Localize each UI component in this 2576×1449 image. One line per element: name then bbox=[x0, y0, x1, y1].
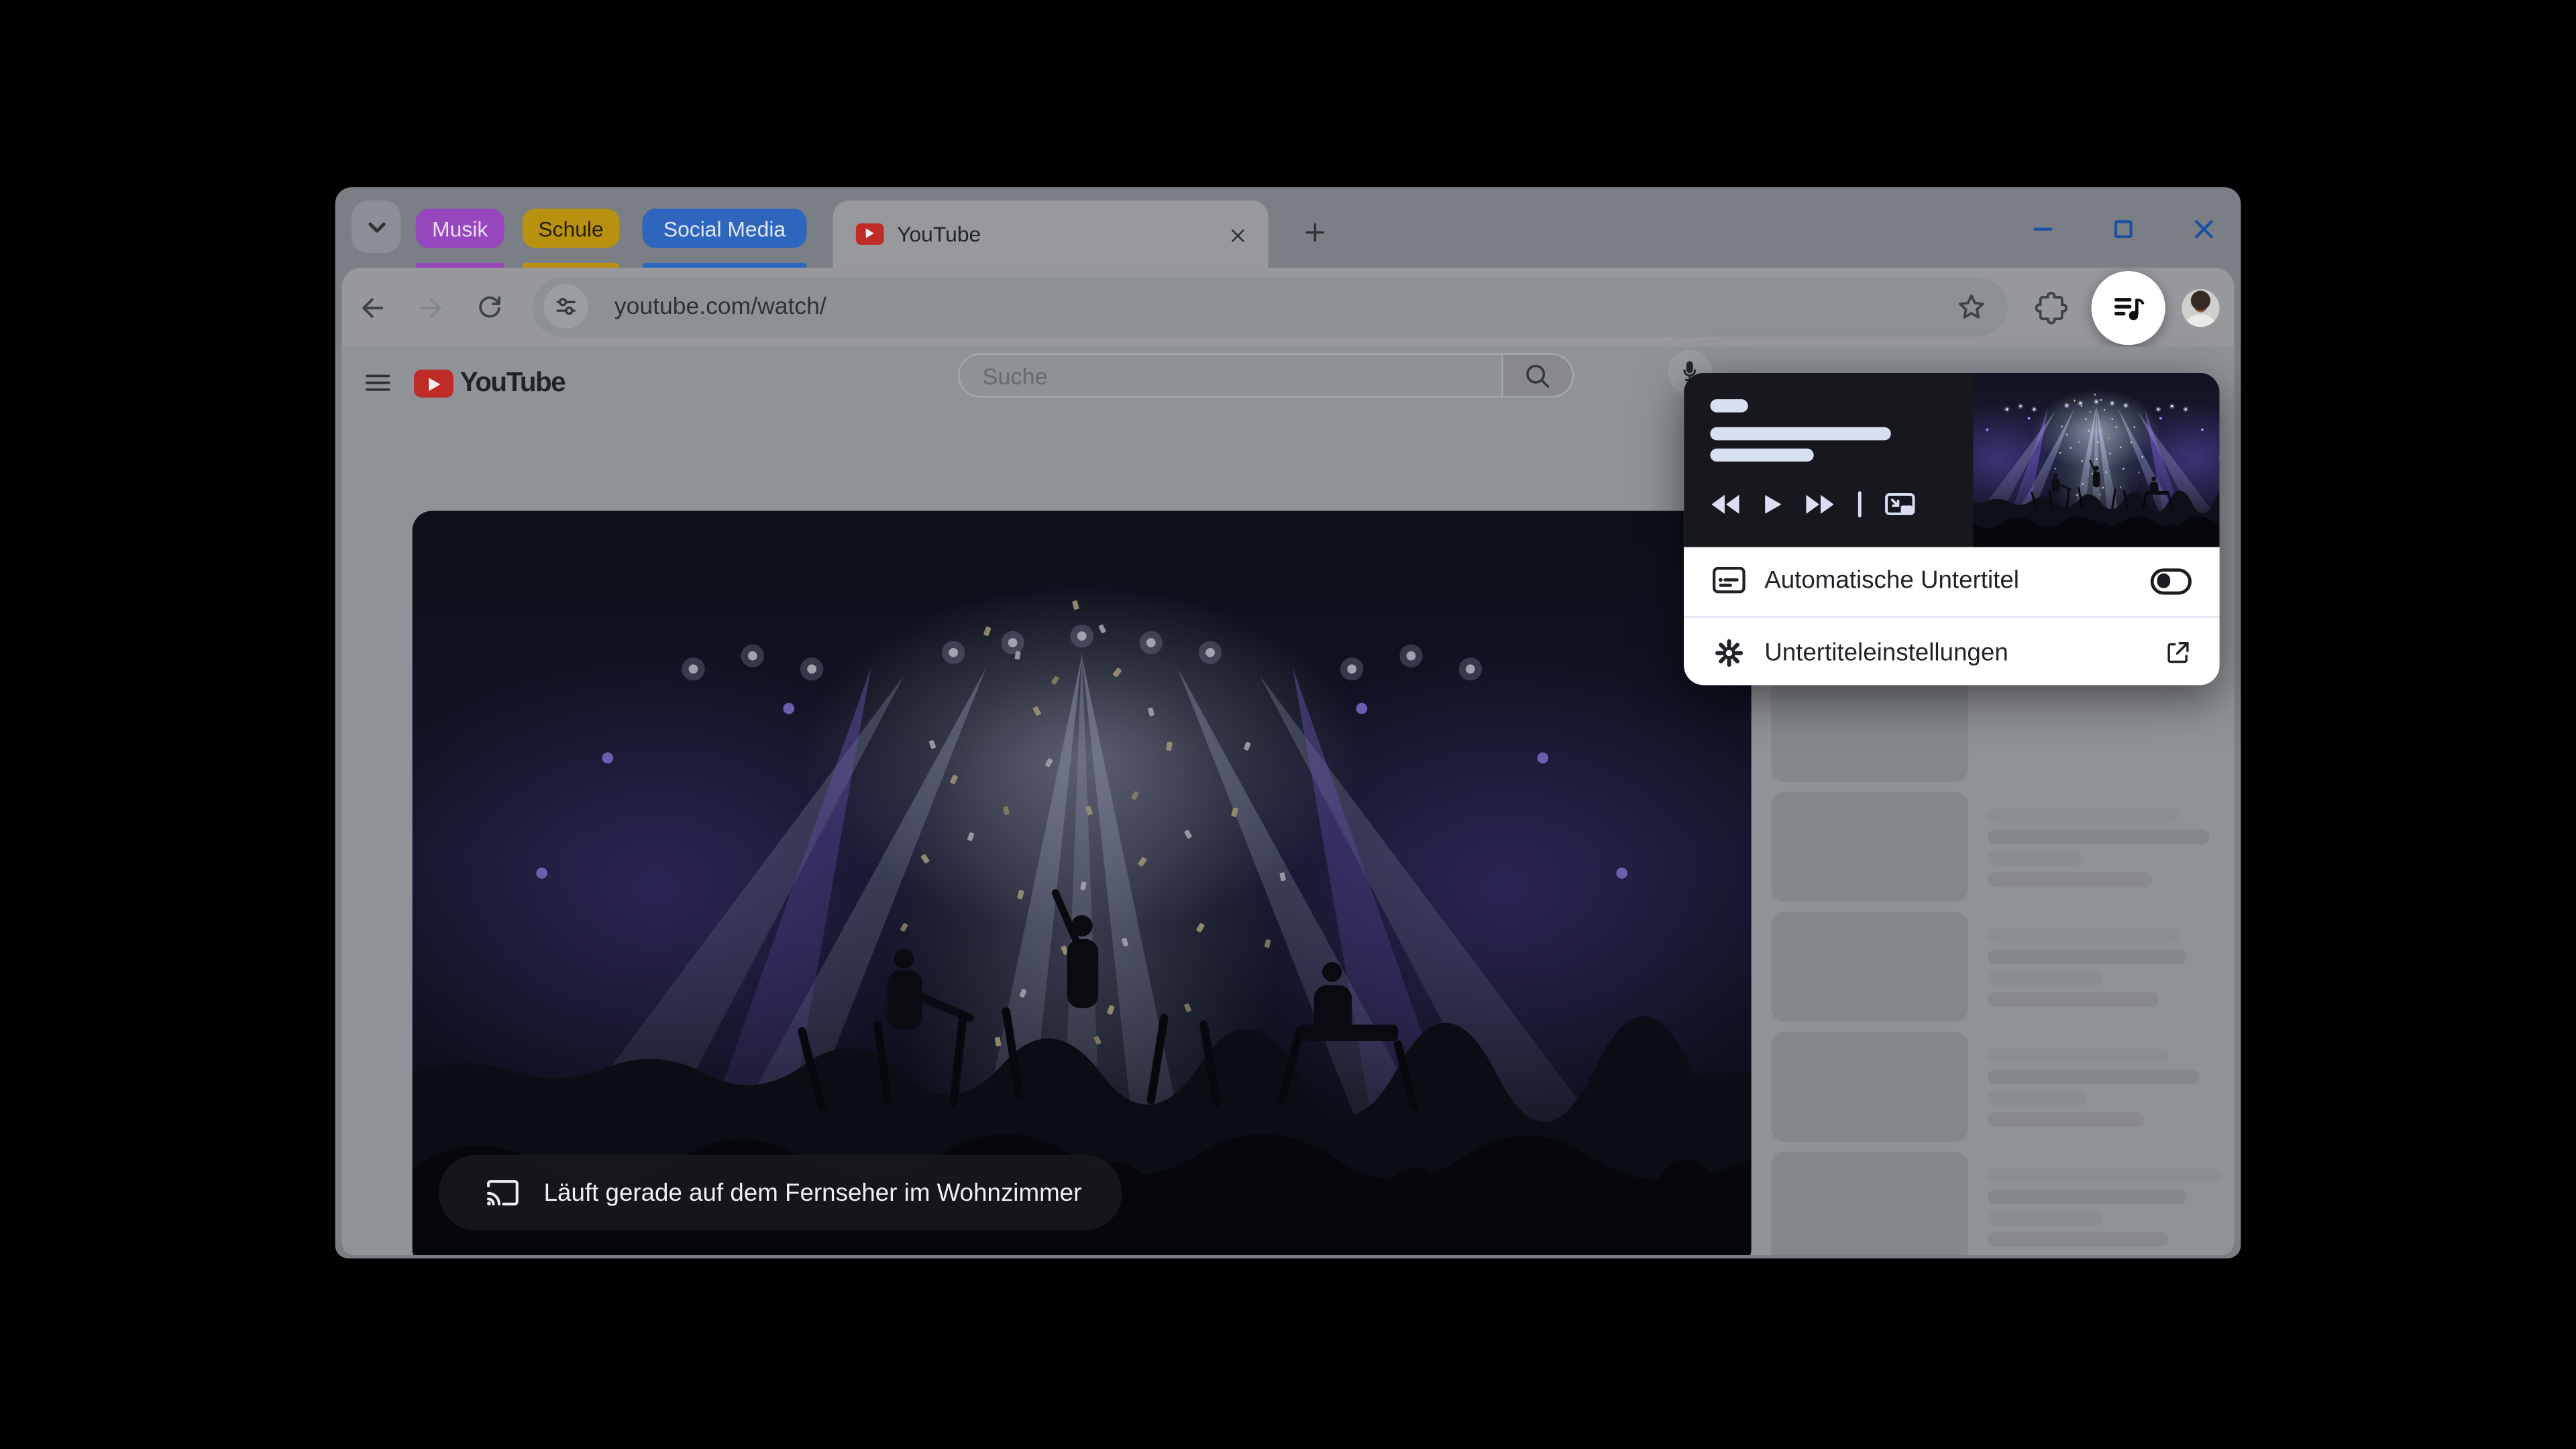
skeleton-text-line bbox=[1988, 950, 2186, 965]
concert-thumbnail-image bbox=[1973, 373, 2219, 547]
skeleton-text-line bbox=[1988, 1112, 2144, 1127]
skeleton-text-line bbox=[1988, 1189, 2186, 1204]
skeleton-text-line bbox=[1988, 1091, 2086, 1106]
skeleton-video-item bbox=[1771, 792, 2235, 902]
skeleton-text-line bbox=[1988, 808, 2178, 823]
site-settings-button[interactable] bbox=[544, 284, 588, 329]
gear-icon bbox=[1712, 635, 1746, 669]
screenshot-stage: Musik Schule Social Media YouTube bbox=[0, 0, 2576, 1449]
skeleton-text-line bbox=[1988, 1048, 2168, 1063]
plus-icon bbox=[1301, 219, 1330, 247]
reload-icon bbox=[475, 292, 504, 322]
skeleton-video-item bbox=[1771, 1032, 2235, 1142]
tab-title: YouTube bbox=[897, 201, 981, 268]
skeleton-thumbnail bbox=[1771, 1152, 1968, 1255]
chevron-down-icon bbox=[364, 215, 388, 239]
play-icon[interactable] bbox=[1763, 493, 1782, 516]
captions-icon bbox=[1712, 566, 1746, 597]
back-arrow-icon bbox=[356, 292, 387, 323]
tune-icon bbox=[552, 292, 580, 321]
toggle-knob bbox=[2156, 574, 2170, 588]
media-controls-button[interactable] bbox=[2090, 270, 2164, 344]
skeleton-artist-bar bbox=[1710, 449, 1813, 462]
reload-button[interactable] bbox=[473, 290, 506, 323]
browser-window: Musik Schule Social Media YouTube bbox=[335, 187, 2241, 1258]
url-text: youtube.com/watch/ bbox=[614, 278, 826, 337]
skeleton-text-line bbox=[1988, 1069, 2200, 1084]
controls-divider bbox=[1858, 491, 1861, 517]
forward-button[interactable] bbox=[414, 290, 447, 323]
star-icon bbox=[1955, 290, 1988, 323]
close-icon bbox=[2189, 215, 2217, 243]
auto-captions-toggle[interactable] bbox=[2151, 568, 2192, 594]
tab-group-social-media[interactable]: Social Media bbox=[643, 209, 807, 248]
auto-captions-label: Automatische Untertitel bbox=[1764, 568, 2151, 596]
skeleton-text-line bbox=[1988, 992, 2159, 1007]
skeleton-text-line bbox=[1988, 1232, 2168, 1247]
open-in-new-icon bbox=[2163, 638, 2192, 666]
skeleton-video-item bbox=[1771, 672, 2235, 782]
skeleton-video-item bbox=[1771, 1152, 2235, 1255]
browser-toolbar: youtube.com/watch/ bbox=[341, 268, 2234, 347]
tab-search-button[interactable] bbox=[352, 201, 400, 253]
skeleton-title-bar bbox=[1710, 427, 1890, 441]
picture-in-picture-icon[interactable] bbox=[1884, 492, 1915, 517]
maximize-button[interactable] bbox=[2108, 213, 2137, 243]
media-queue-music-icon bbox=[2108, 288, 2146, 326]
media-controls-popup: Automatische Untertitel Untertiteleinste… bbox=[1684, 373, 2219, 685]
media-thumbnail bbox=[1973, 373, 2219, 547]
skeleton-thumbnail bbox=[1771, 672, 1968, 782]
minimize-icon bbox=[2028, 215, 2056, 243]
next-track-icon[interactable] bbox=[1805, 493, 1835, 516]
bookmark-button[interactable] bbox=[1955, 290, 1988, 323]
skeleton-text-line bbox=[1988, 1168, 2221, 1183]
skeleton-thumbnail bbox=[1771, 1032, 1968, 1142]
skeleton-video-item bbox=[1771, 912, 2235, 1022]
auto-captions-row[interactable]: Automatische Untertitel bbox=[1684, 547, 2219, 617]
maximize-icon bbox=[2108, 215, 2137, 243]
skeleton-text-line bbox=[1988, 928, 2178, 943]
minimize-button[interactable] bbox=[2027, 213, 2057, 243]
skeleton-thumbnail bbox=[1771, 792, 1968, 902]
address-bar[interactable]: youtube.com/watch/ bbox=[532, 278, 2007, 337]
skeleton-text-line bbox=[1988, 851, 2082, 866]
tab-close-button[interactable] bbox=[1226, 223, 1248, 246]
skeleton-thumbnail bbox=[1771, 912, 1968, 1022]
puzzle-icon bbox=[2034, 290, 2068, 325]
forward-arrow-icon bbox=[415, 292, 446, 323]
skeleton-source-pill bbox=[1710, 399, 1748, 411]
tab-group-schule[interactable]: Schule bbox=[523, 209, 619, 248]
profile-avatar[interactable] bbox=[2182, 288, 2219, 326]
new-tab-button[interactable] bbox=[1301, 219, 1330, 247]
caption-settings-row[interactable]: Untertiteleinstellungen bbox=[1684, 619, 2219, 685]
skeleton-text-line bbox=[1988, 872, 2152, 887]
skeleton-text-line bbox=[1988, 830, 2210, 845]
close-icon bbox=[1226, 224, 1248, 246]
youtube-favicon-icon bbox=[856, 223, 884, 244]
tab-group-musik[interactable]: Musik bbox=[416, 209, 504, 248]
previous-track-icon[interactable] bbox=[1710, 493, 1739, 516]
tab-youtube[interactable]: YouTube bbox=[833, 201, 1269, 268]
skeleton-text-line bbox=[1988, 971, 2102, 985]
caption-settings-label: Untertiteleinstellungen bbox=[1764, 638, 2163, 666]
back-button[interactable] bbox=[355, 290, 388, 323]
playback-controls bbox=[1710, 484, 1915, 524]
skeleton-text-line bbox=[1988, 1211, 2102, 1226]
window-controls bbox=[2027, 213, 2218, 243]
close-window-button[interactable] bbox=[2188, 213, 2218, 243]
tab-strip: Musik Schule Social Media YouTube bbox=[335, 187, 2241, 268]
extensions-button[interactable] bbox=[2034, 290, 2068, 325]
media-session-card bbox=[1684, 373, 2219, 547]
